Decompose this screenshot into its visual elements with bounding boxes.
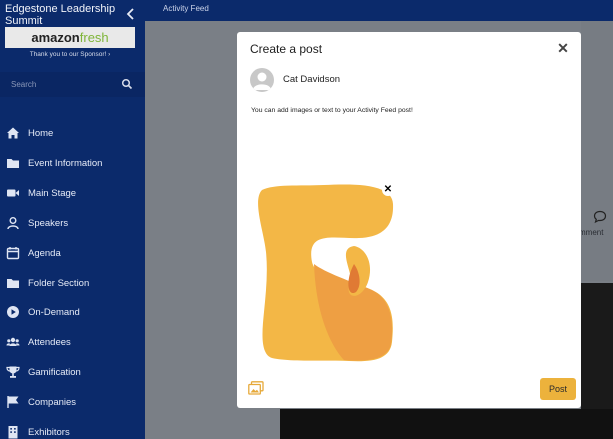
image-preview bbox=[258, 184, 394, 362]
close-icon[interactable]: ✕ bbox=[556, 41, 570, 55]
remove-image-icon[interactable]: ✕ bbox=[382, 184, 394, 196]
sidebar-item-label: Agenda bbox=[28, 247, 61, 259]
image-upload-icon[interactable] bbox=[248, 381, 264, 395]
sponsor-logo-text-fresh: fresh bbox=[79, 30, 109, 45]
sidebar-item-home[interactable]: Home bbox=[0, 121, 145, 145]
folder-icon bbox=[7, 159, 19, 168]
sidebar-item-speakers[interactable]: Speakers bbox=[0, 211, 145, 235]
play-circle-icon bbox=[7, 306, 19, 318]
sidebar-item-event-information[interactable]: Event Information bbox=[0, 151, 145, 175]
sidebar-item-label: Companies bbox=[28, 396, 77, 408]
comment-label: mment bbox=[579, 228, 604, 237]
comment-button[interactable]: mment bbox=[579, 210, 613, 238]
sidebar-item-agenda[interactable]: Agenda bbox=[0, 241, 145, 265]
home-icon bbox=[7, 127, 19, 139]
sidebar-item-companies[interactable]: Companies bbox=[0, 390, 145, 414]
feed-card bbox=[581, 21, 613, 281]
folder-icon bbox=[7, 279, 19, 288]
users-icon bbox=[6, 337, 20, 346]
sidebar-item-label: Home bbox=[28, 127, 54, 139]
modal-title: Create a post bbox=[250, 42, 323, 56]
sidebar-item-label: On-Demand bbox=[28, 306, 80, 318]
person-icon bbox=[7, 217, 19, 230]
sidebar-item-label: Gamification bbox=[28, 366, 81, 378]
sidebar-item-label: Folder Section bbox=[28, 277, 90, 289]
comment-icon bbox=[593, 210, 607, 224]
search-input[interactable]: Search bbox=[0, 72, 145, 97]
sidebar-item-label: Event Information bbox=[28, 157, 103, 169]
sidebar-item-attendees[interactable]: Attendees bbox=[0, 330, 145, 354]
sidebar-item-gamification[interactable]: Gamification bbox=[0, 360, 145, 384]
feed-image bbox=[581, 283, 613, 409]
post-text-input[interactable]: You can add images or text to your Activ… bbox=[251, 107, 413, 114]
search-placeholder: Search bbox=[11, 80, 37, 89]
top-bar: Activity Feed bbox=[145, 0, 613, 21]
flag-icon bbox=[7, 396, 19, 408]
sidebar-item-label: Main Stage bbox=[28, 187, 77, 199]
search-icon[interactable] bbox=[121, 78, 133, 90]
sidebar-item-label: Speakers bbox=[28, 217, 69, 229]
sponsor-banner[interactable]: amazon fresh bbox=[5, 27, 135, 48]
sidebar-item-exhibitors[interactable]: Exhibitors bbox=[0, 420, 145, 439]
trophy-icon bbox=[6, 366, 20, 378]
sidebar-item-main-stage[interactable]: Main Stage bbox=[0, 181, 145, 205]
calendar-icon bbox=[6, 247, 20, 260]
sidebar-item-folder-section[interactable]: Folder Section bbox=[0, 271, 145, 295]
sponsor-caption[interactable]: Thank you to our Sponsor! › bbox=[5, 51, 135, 58]
create-post-modal: Create a post ✕ Cat Davidson You can add… bbox=[237, 32, 581, 408]
building-icon bbox=[8, 426, 18, 439]
post-button[interactable]: Post bbox=[540, 378, 576, 400]
collapse-sidebar-icon[interactable] bbox=[124, 7, 138, 21]
sidebar: Edgestone Leadership Summit amazon fresh … bbox=[0, 0, 145, 439]
video-icon bbox=[7, 189, 19, 197]
sidebar-item-on-demand[interactable]: On-Demand bbox=[0, 300, 145, 324]
sidebar-item-label: Attendees bbox=[28, 336, 71, 348]
user-name: Cat Davidson bbox=[283, 74, 341, 85]
avatar bbox=[250, 68, 274, 92]
event-name: Edgestone Leadership Summit bbox=[5, 3, 116, 27]
sidebar-item-label: Exhibitors bbox=[28, 426, 70, 438]
page-title: Activity Feed bbox=[163, 4, 209, 13]
feed-image-strip bbox=[280, 409, 613, 439]
sponsor-logo-text: amazon bbox=[31, 30, 80, 45]
